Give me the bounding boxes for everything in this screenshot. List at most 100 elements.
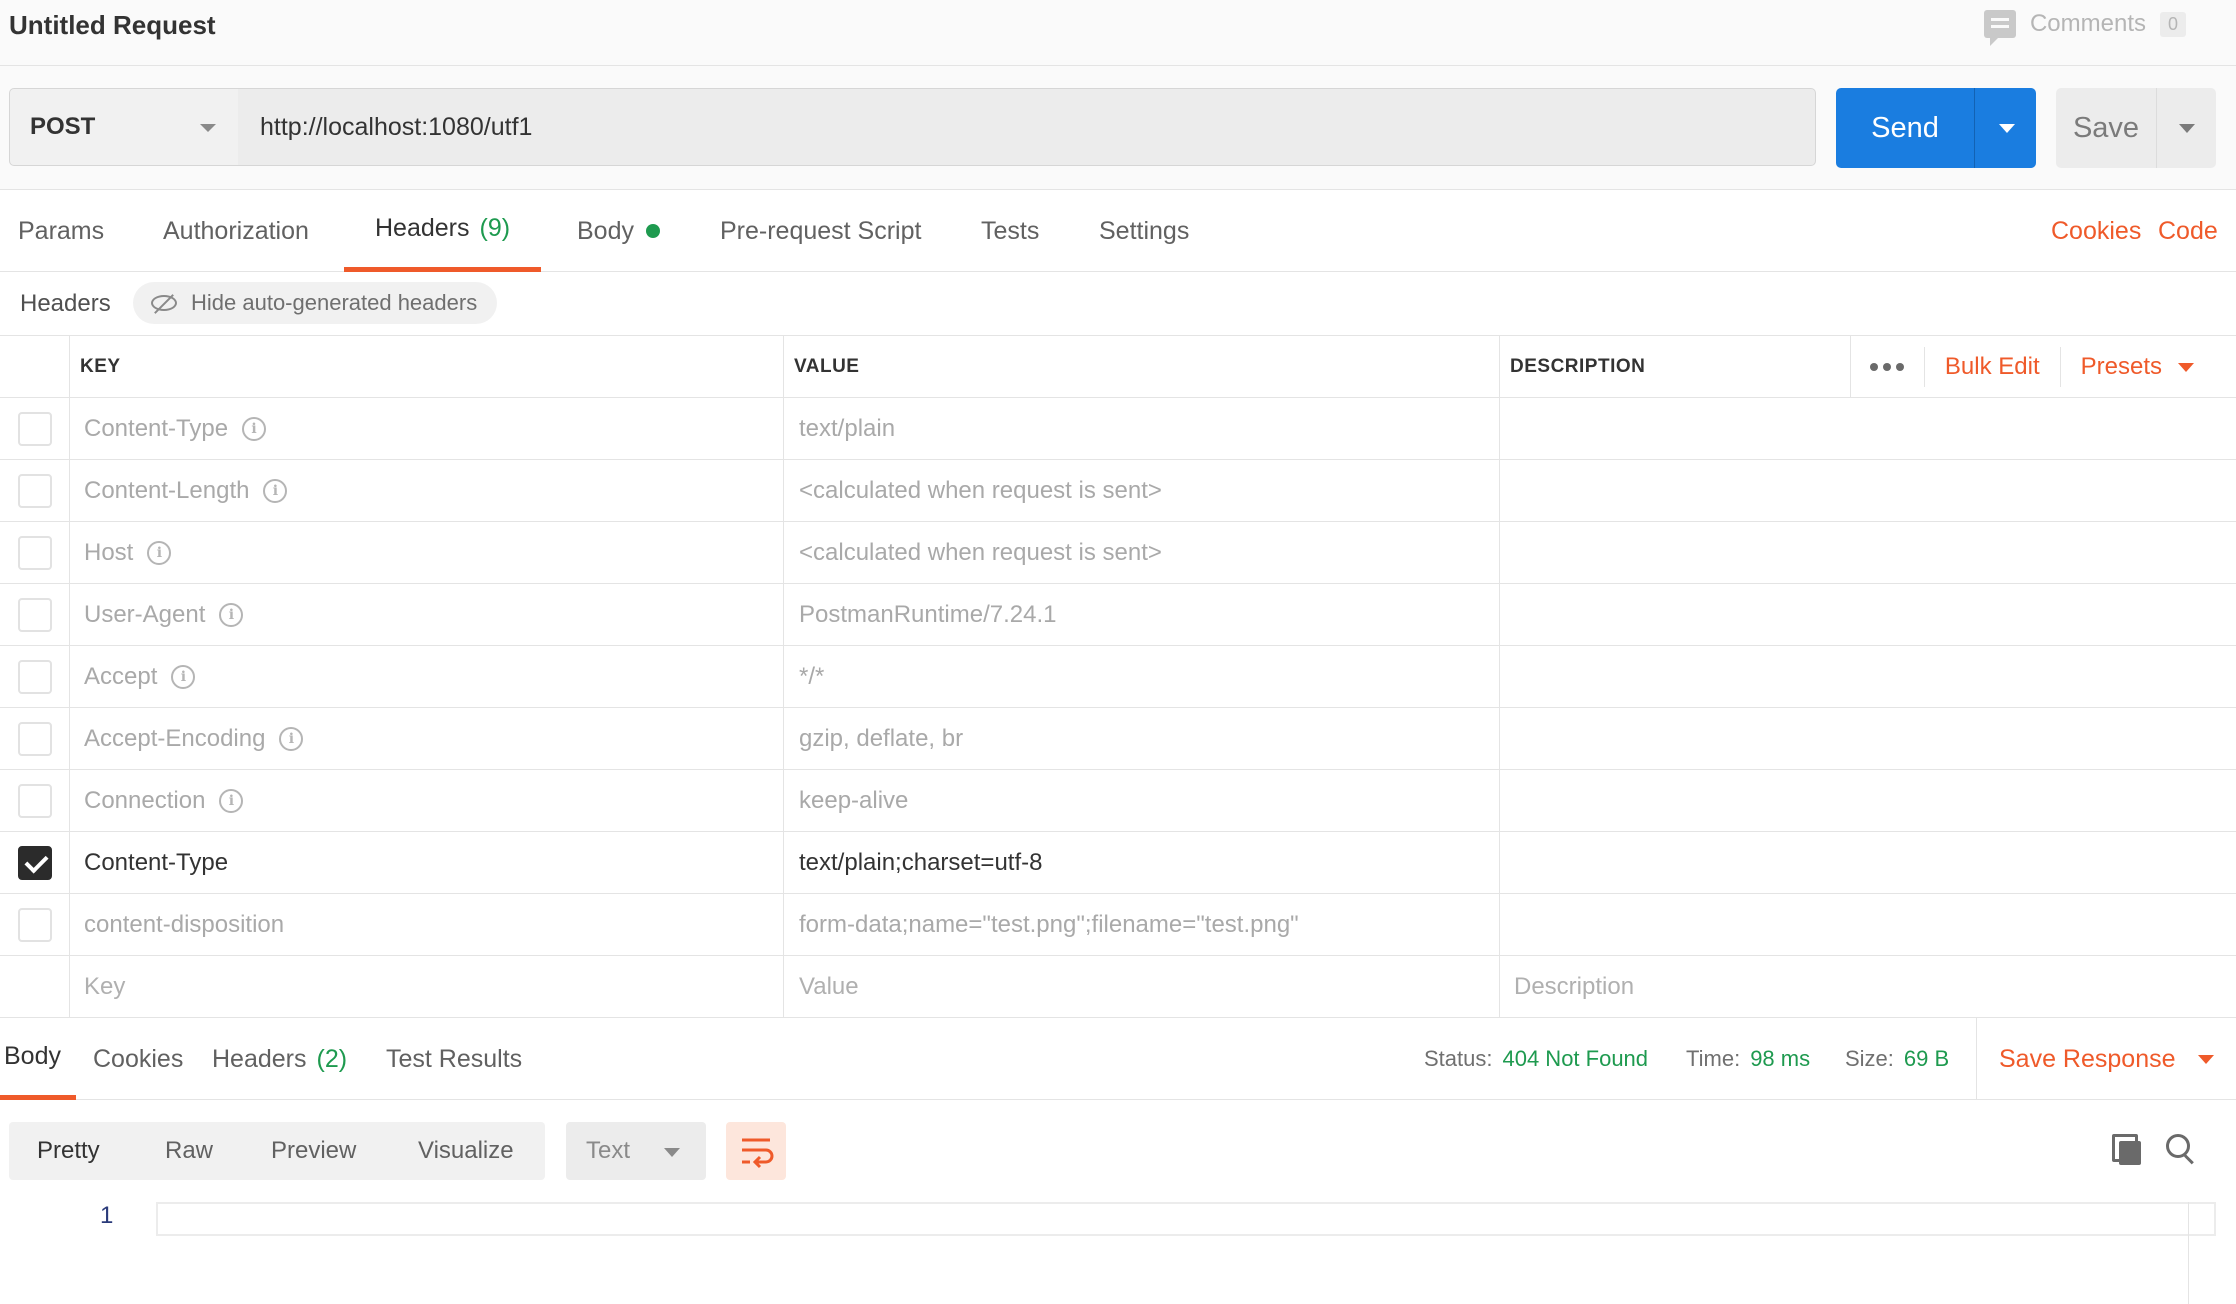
- time-value[interactable]: 98 ms: [1750, 1046, 1810, 1072]
- row-checkbox-cell: [0, 894, 70, 956]
- request-tabs: Params Authorization Headers (9) Body Pre…: [0, 190, 2236, 272]
- view-visualize[interactable]: Visualize: [418, 1126, 514, 1176]
- key-cell[interactable]: Accept-Encoding i: [70, 708, 784, 770]
- key-text: User-Agent: [84, 601, 206, 628]
- new-value-input[interactable]: Value: [784, 956, 1500, 1018]
- copy-icon[interactable]: [2112, 1134, 2142, 1165]
- key-cell[interactable]: Connection i: [70, 770, 784, 832]
- response-tab-cookies[interactable]: Cookies: [93, 1018, 183, 1100]
- description-cell[interactable]: [1500, 398, 2236, 460]
- tab-headers[interactable]: Headers (9): [344, 190, 542, 272]
- value-cell[interactable]: keep-alive: [784, 770, 1500, 832]
- description-cell[interactable]: [1500, 584, 2236, 646]
- format-select[interactable]: Text: [566, 1122, 706, 1180]
- status-value[interactable]: 404 Not Found: [1502, 1046, 1648, 1072]
- key-cell[interactable]: User-Agent i: [70, 584, 784, 646]
- key-cell[interactable]: Accept i: [70, 646, 784, 708]
- url-bar: POST http://localhost:1080/utf1 Send Sav…: [0, 66, 2236, 190]
- row-checkbox[interactable]: [17, 536, 52, 570]
- comments-button[interactable]: Comments 0: [1983, 10, 2186, 46]
- wrap-lines-button[interactable]: [726, 1122, 786, 1180]
- tab-authorization[interactable]: Authorization: [163, 190, 309, 272]
- description-cell[interactable]: [1500, 460, 2236, 522]
- row-checkbox[interactable]: [17, 784, 52, 818]
- new-header-row: Key Value Description: [0, 956, 2236, 1018]
- info-icon[interactable]: i: [219, 603, 244, 627]
- hide-auto-generated-headers-button[interactable]: Hide auto-generated headers: [133, 282, 498, 324]
- send-button[interactable]: Send: [1836, 88, 1974, 168]
- tab-tests[interactable]: Tests: [981, 190, 1039, 272]
- value-cell[interactable]: PostmanRuntime/7.24.1: [784, 584, 1500, 646]
- response-tab-body[interactable]: Body: [0, 1018, 76, 1100]
- value-cell[interactable]: */*: [784, 646, 1500, 708]
- bulk-edit-button[interactable]: Bulk Edit: [1923, 347, 2060, 387]
- code-link[interactable]: Code: [2158, 190, 2218, 272]
- method-select[interactable]: POST: [9, 88, 239, 166]
- table-row: Accept i */*: [0, 646, 2236, 708]
- info-icon[interactable]: i: [279, 727, 304, 751]
- presets-dropdown[interactable]: Presets: [2059, 347, 2236, 387]
- key-cell[interactable]: Content-Type: [70, 832, 784, 894]
- row-checkbox-checked[interactable]: [17, 846, 52, 880]
- table-tools: Bulk Edit Presets: [1849, 336, 2236, 398]
- new-key-input[interactable]: Key: [70, 956, 784, 1018]
- value-cell[interactable]: <calculated when request is sent>: [784, 460, 1500, 522]
- tab-settings[interactable]: Settings: [1099, 190, 1189, 272]
- value-cell[interactable]: gzip, deflate, br: [784, 708, 1500, 770]
- info-icon[interactable]: i: [263, 479, 288, 503]
- row-checkbox[interactable]: [17, 908, 52, 942]
- title-bar: Untitled Request Comments 0: [0, 0, 2236, 66]
- info-icon[interactable]: i: [171, 665, 196, 689]
- tab-label: Body: [4, 1042, 61, 1070]
- info-icon[interactable]: i: [219, 789, 244, 813]
- table-row: Content-Type text/plain;charset=utf-8: [0, 832, 2236, 894]
- row-checkbox[interactable]: [17, 474, 52, 508]
- tab-body[interactable]: Body: [577, 190, 660, 272]
- key-cell[interactable]: content-disposition: [70, 894, 784, 956]
- save-response-dropdown[interactable]: Save Response: [1976, 1018, 2214, 1100]
- editor-scrollbar-track[interactable]: [2188, 1202, 2189, 1304]
- value-cell[interactable]: <calculated when request is sent>: [784, 522, 1500, 584]
- body-indicator-dot: [645, 224, 660, 238]
- send-options-dropdown[interactable]: [1974, 88, 2036, 168]
- description-cell[interactable]: [1500, 832, 2236, 894]
- key-cell[interactable]: Content-Type i: [70, 398, 784, 460]
- view-preview[interactable]: Preview: [271, 1126, 356, 1176]
- cookies-link[interactable]: Cookies: [2051, 190, 2141, 272]
- key-text: Connection: [84, 787, 206, 814]
- request-title[interactable]: Untitled Request: [9, 10, 216, 41]
- key-text: Content-Type: [84, 415, 229, 442]
- description-cell[interactable]: [1500, 894, 2236, 956]
- row-checkbox[interactable]: [17, 722, 52, 756]
- new-description-input[interactable]: Description: [1500, 956, 2236, 1018]
- value-cell[interactable]: form-data;name="test.png";filename="test…: [784, 894, 1500, 956]
- info-icon[interactable]: i: [242, 417, 267, 441]
- view-pretty[interactable]: Pretty: [13, 1126, 124, 1176]
- editor-line[interactable]: [156, 1202, 2216, 1236]
- row-checkbox[interactable]: [17, 412, 52, 446]
- save-options-dropdown[interactable]: [2156, 88, 2216, 168]
- row-checkbox[interactable]: [17, 660, 52, 694]
- description-cell[interactable]: [1500, 646, 2236, 708]
- key-cell[interactable]: Host i: [70, 522, 784, 584]
- key-cell[interactable]: Content-Length i: [70, 460, 784, 522]
- row-checkbox[interactable]: [17, 598, 52, 632]
- value-cell[interactable]: text/plain: [784, 398, 1500, 460]
- url-input[interactable]: http://localhost:1080/utf1: [238, 88, 1816, 166]
- description-cell[interactable]: [1500, 522, 2236, 584]
- row-checkbox-cell: [0, 460, 70, 522]
- description-cell[interactable]: [1500, 770, 2236, 832]
- response-tab-headers[interactable]: Headers (2): [212, 1018, 347, 1100]
- tab-params[interactable]: Params: [18, 190, 104, 272]
- tab-pre-request-script[interactable]: Pre-request Script: [720, 190, 921, 272]
- save-button[interactable]: Save: [2056, 88, 2156, 168]
- description-cell[interactable]: [1500, 708, 2236, 770]
- size-value[interactable]: 69 B: [1904, 1046, 1949, 1072]
- response-tab-test-results[interactable]: Test Results: [386, 1018, 522, 1100]
- more-options-icon[interactable]: [1849, 336, 1924, 398]
- search-icon[interactable]: [2166, 1134, 2196, 1164]
- view-raw[interactable]: Raw: [165, 1126, 213, 1176]
- headers-toolbar: Headers Hide auto-generated headers: [0, 272, 2236, 336]
- value-cell[interactable]: text/plain;charset=utf-8: [784, 832, 1500, 894]
- info-icon[interactable]: i: [147, 541, 172, 565]
